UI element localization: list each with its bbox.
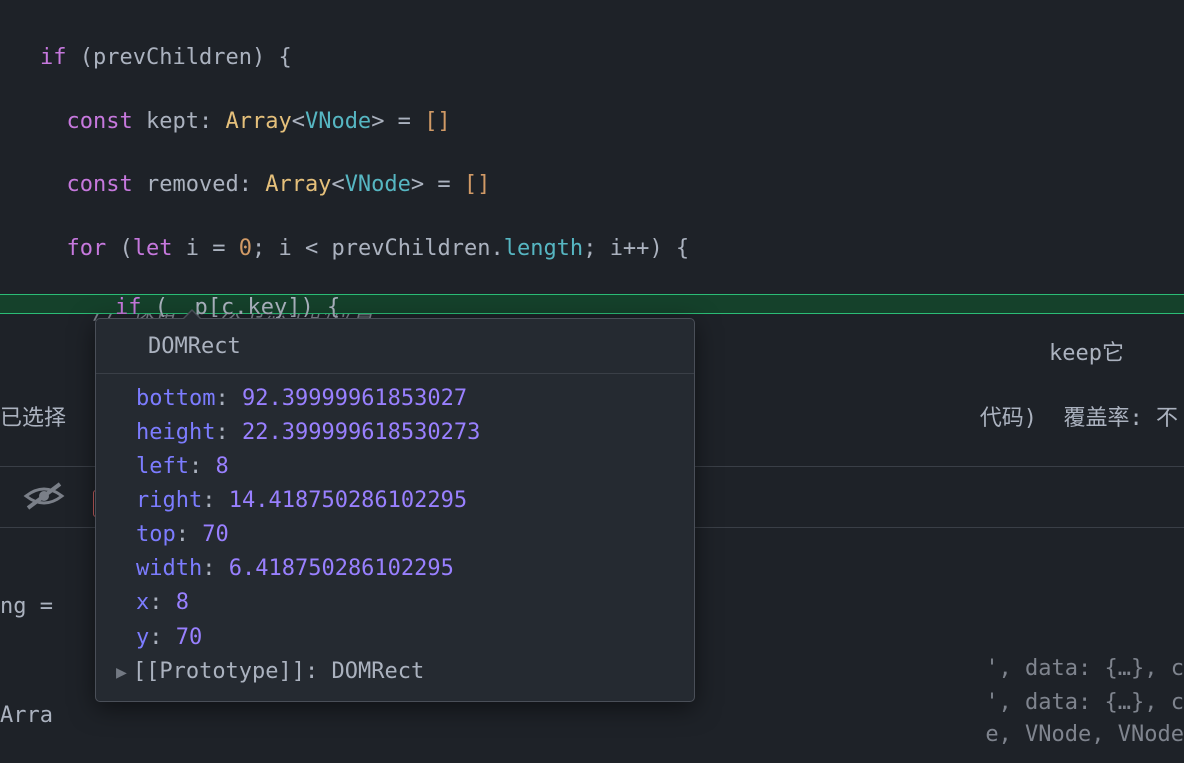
tooltip-body: bottom: 92.39999961853027 height: 22.399… [96, 374, 694, 691]
code-line: const kept: Array<VNode> = [] [40, 106, 1184, 138]
property-row[interactable]: y: 70 [136, 621, 674, 655]
status-left: 已选择 [0, 403, 66, 435]
property-row[interactable]: right: 14.418750286102295 [136, 484, 674, 518]
property-row[interactable]: height: 22.399999618530273 [136, 416, 674, 450]
property-row[interactable]: width: 6.418750286102295 [136, 552, 674, 586]
property-row[interactable]: top: 70 [136, 518, 674, 552]
code-line: const removed: Array<VNode> = [] [40, 169, 1184, 201]
code-line: for (let i = 0; i < prevChildren.length;… [40, 233, 1184, 265]
property-row[interactable]: x: 8 [136, 586, 674, 620]
value-tooltip[interactable]: DOMRect bottom: 92.39999961853027 height… [95, 318, 695, 702]
property-row[interactable]: bottom: 92.39999961853027 [136, 382, 674, 416]
prototype-row[interactable]: ▶[[Prototype]]: DOMRect [116, 655, 674, 689]
status-right: 代码) 覆盖率: 不 [980, 403, 1178, 435]
console-output: ', data: {…}, c [985, 687, 1184, 719]
console-output: e, VNode, VNode [985, 719, 1184, 751]
code-line: if (prevChildren) { [40, 42, 1184, 74]
background-code: keep它 [1049, 338, 1124, 370]
background-code: ng = [0, 591, 66, 623]
property-row[interactable]: left: 8 [136, 450, 674, 484]
tooltip-header: DOMRect [96, 319, 694, 374]
console-output: ', data: {…}, c [985, 653, 1184, 685]
visibility-off-icon[interactable] [20, 476, 68, 526]
background-code: Arra [0, 700, 53, 732]
expand-arrow-icon[interactable]: ▶ [116, 662, 127, 683]
